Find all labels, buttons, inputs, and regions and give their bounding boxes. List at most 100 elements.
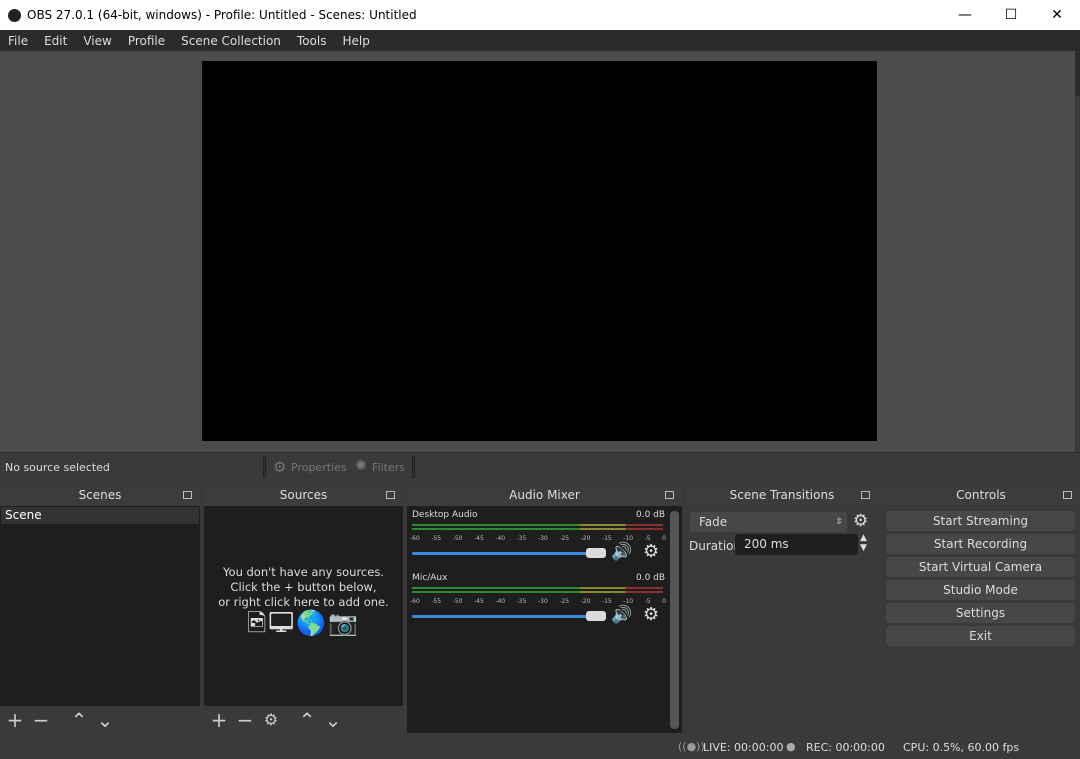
rec-time: REC: 00:00:00: [806, 741, 885, 754]
undock-icon[interactable]: [861, 491, 870, 499]
meter-scale: -60 -55 -50 -45 -40 -35 -30 -25 -20 -15 -10 -5 0: [410, 535, 666, 542]
divider: [263, 456, 266, 478]
speaker-icon[interactable]: 🔊: [611, 605, 632, 625]
sources-toolbar: + − ⚙ ⌃ ⌄: [204, 706, 403, 733]
scenes-title: Scenes: [78, 488, 122, 502]
menu-help[interactable]: Help: [334, 34, 377, 48]
image-icon: 🖻: [247, 609, 269, 637]
move-up-icon[interactable]: ⌃: [68, 708, 90, 732]
channel-db: 0.0 dB: [636, 573, 666, 583]
empty-hint-line: or right click here to add one.: [218, 595, 389, 609]
filters-icon: ✺: [355, 458, 367, 474]
sources-panel[interactable]: Sources You don't have any sources. Clic…: [204, 485, 403, 733]
no-source-label: No source selected: [5, 461, 110, 474]
tick-label: -40: [495, 535, 506, 542]
gear-icon[interactable]: ⚙: [260, 710, 282, 729]
duration-label: Duration: [689, 539, 742, 553]
tick-label: -35: [516, 535, 527, 542]
move-down-icon[interactable]: ⌄: [94, 708, 116, 732]
menu-profile[interactable]: Profile: [120, 34, 173, 48]
move-down-icon[interactable]: ⌄: [322, 708, 344, 732]
live-icon: ((●)): [678, 740, 705, 753]
tick-label: -15: [601, 535, 612, 542]
audio-mixer-panel: Audio Mixer: [407, 485, 682, 733]
duration-value: 200 ms: [744, 537, 789, 551]
scrollbar[interactable]: [1075, 51, 1080, 96]
studio-mode-button[interactable]: Studio Mode: [886, 580, 1075, 600]
tick-label: -30: [537, 535, 548, 542]
divider: [412, 456, 415, 478]
audio-mixer-title: Audio Mixer: [509, 488, 580, 502]
source-toolbar: No source selected ⚙ Properties ✺ Filter…: [0, 452, 1080, 483]
minimize-button[interactable]: —: [942, 0, 988, 30]
undock-icon[interactable]: [1063, 491, 1072, 499]
remove-icon[interactable]: −: [30, 708, 52, 732]
add-icon[interactable]: +: [4, 708, 26, 732]
window-title: OBS 27.0.1 (64-bit, windows) - Profile: …: [27, 8, 417, 22]
properties-button[interactable]: Properties: [291, 461, 347, 474]
menu-scene-collection[interactable]: Scene Collection: [173, 34, 289, 48]
speaker-icon[interactable]: 🔊: [611, 542, 632, 562]
title-bar: OBS 27.0.1 (64-bit, windows) - Profile: …: [0, 0, 1080, 30]
preview-canvas[interactable]: [202, 61, 877, 441]
volume-slider[interactable]: [412, 552, 590, 555]
tick-label: -40: [495, 598, 506, 605]
tick-label: -50: [452, 598, 463, 605]
live-time: LIVE: 00:00:00: [703, 741, 784, 754]
gear-icon: ⚙: [273, 458, 287, 476]
slider-handle[interactable]: [586, 611, 606, 621]
rec-icon: ●: [786, 740, 796, 753]
tick-label: -30: [537, 598, 548, 605]
start-virtual-camera-button[interactable]: Start Virtual Camera: [886, 557, 1075, 577]
cpu-fps: CPU: 0.5%, 60.00 fps: [903, 741, 1020, 754]
start-streaming-button[interactable]: Start Streaming: [886, 511, 1075, 531]
volume-meter: [412, 528, 663, 530]
menu-tools[interactable]: Tools: [289, 34, 335, 48]
filters-button[interactable]: Filters: [372, 461, 405, 474]
undock-icon[interactable]: [386, 491, 395, 499]
undock-icon[interactable]: [665, 491, 674, 499]
tick-label: -60: [410, 598, 420, 605]
status-bar: ((●)) LIVE: 00:00:00 ● REC: 00:00:00 CPU…: [0, 735, 1080, 759]
menu-edit[interactable]: Edit: [36, 34, 75, 48]
tick-label: 0: [662, 535, 666, 542]
remove-icon[interactable]: −: [234, 708, 256, 732]
empty-hint-line: Click the + button below,: [230, 580, 377, 594]
tick-label: 0: [662, 598, 666, 605]
updown-icon: ⇳: [835, 517, 843, 527]
volume-slider[interactable]: [412, 615, 590, 618]
duration-input[interactable]: 200 ms: [735, 534, 858, 555]
maximize-button[interactable]: ☐: [988, 0, 1034, 30]
start-recording-button[interactable]: Start Recording: [886, 534, 1075, 554]
add-icon[interactable]: +: [208, 708, 230, 732]
scene-item[interactable]: Scene: [1, 507, 199, 524]
channel-db: 0.0 dB: [636, 510, 666, 520]
tick-label: -25: [559, 598, 570, 605]
menu-bar: File Edit View Profile Scene Collection …: [0, 30, 1080, 51]
scrollbar[interactable]: [670, 511, 679, 729]
gear-icon[interactable]: ⚙: [853, 511, 868, 531]
tick-label: -25: [559, 535, 570, 542]
spinner-icon[interactable]: ▲ ▼: [860, 533, 867, 553]
gear-icon[interactable]: ⚙: [643, 604, 659, 625]
scenes-panel: Scenes Scene + − ⌃ ⌄: [0, 485, 200, 733]
transition-value: Fade: [699, 515, 728, 529]
menu-file[interactable]: File: [0, 34, 36, 48]
tick-label: -45: [473, 535, 484, 542]
undock-icon[interactable]: [183, 491, 192, 499]
globe-icon: 🌎: [296, 609, 328, 637]
tick-label: -20: [580, 535, 591, 542]
settings-button[interactable]: Settings: [886, 603, 1075, 623]
transition-select[interactable]: Fade ⇳: [690, 512, 847, 532]
move-up-icon[interactable]: ⌃: [296, 708, 318, 732]
exit-button[interactable]: Exit: [886, 626, 1075, 646]
close-button[interactable]: ✕: [1034, 0, 1080, 30]
tick-label: -55: [431, 535, 442, 542]
slider-handle[interactable]: [586, 548, 606, 558]
display-icon: 🖵: [268, 609, 297, 637]
gear-icon[interactable]: ⚙: [643, 541, 659, 562]
sources-title: Sources: [279, 488, 328, 502]
controls-title: Controls: [956, 488, 1006, 502]
menu-view[interactable]: View: [75, 34, 119, 48]
volume-meter: [412, 591, 663, 593]
